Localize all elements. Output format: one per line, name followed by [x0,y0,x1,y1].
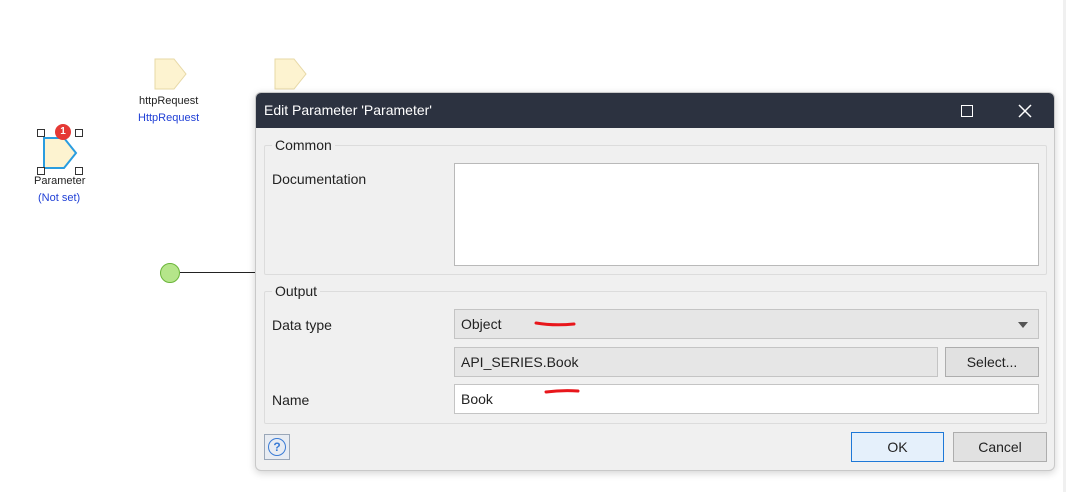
error-count-badge: 1 [55,124,71,140]
maximize-icon [961,104,973,117]
name-label: Name [272,392,310,408]
parameter-shape-icon[interactable] [154,58,188,90]
output-group-title: Output [272,283,321,299]
common-group-title: Common [272,137,335,153]
documentation-label: Documentation [272,171,367,187]
select-entity-button[interactable]: Select... [945,347,1039,377]
name-value: Book [461,391,493,407]
documentation-textarea[interactable] [454,163,1039,266]
parameter-shape-icon[interactable] [274,58,308,90]
parameter-shape-icon[interactable] [42,136,78,170]
http-request-node-type: HttpRequest [138,112,200,124]
cancel-button[interactable]: Cancel [953,432,1047,462]
entity-field: API_SERIES.Book [454,347,938,377]
dialog-title: Edit Parameter 'Parameter' [264,102,432,118]
selection-handle-bottom-left[interactable] [37,167,45,175]
http-request-node-name: httpRequest [139,95,199,107]
selection-handle-top-right[interactable] [75,129,83,137]
maximize-button[interactable] [944,93,990,128]
parameter-node-name: Parameter [34,175,86,187]
parameter-node-type: (Not set) [38,192,81,204]
help-button[interactable]: ? [264,434,290,460]
data-type-label: Data type [272,317,332,333]
selection-handle-top-left[interactable] [37,129,45,137]
dropdown-arrow-icon [1018,322,1028,328]
close-icon [1018,103,1032,118]
dialog-titlebar[interactable]: Edit Parameter 'Parameter' [256,93,1054,128]
selection-handle-bottom-right[interactable] [75,167,83,175]
help-icon: ? [268,438,286,456]
entity-value: API_SERIES.Book [461,354,579,370]
name-input[interactable]: Book [454,384,1039,414]
annotation-mark-data-type [534,321,576,327]
edit-parameter-dialog: Edit Parameter 'Parameter' Common Docume… [255,92,1055,471]
data-type-value: Object [461,316,502,332]
start-event[interactable] [160,263,180,283]
sequence-flow-line [180,272,256,273]
annotation-mark-name [544,389,580,394]
ok-button[interactable]: OK [851,432,944,462]
close-button[interactable] [1002,93,1048,128]
